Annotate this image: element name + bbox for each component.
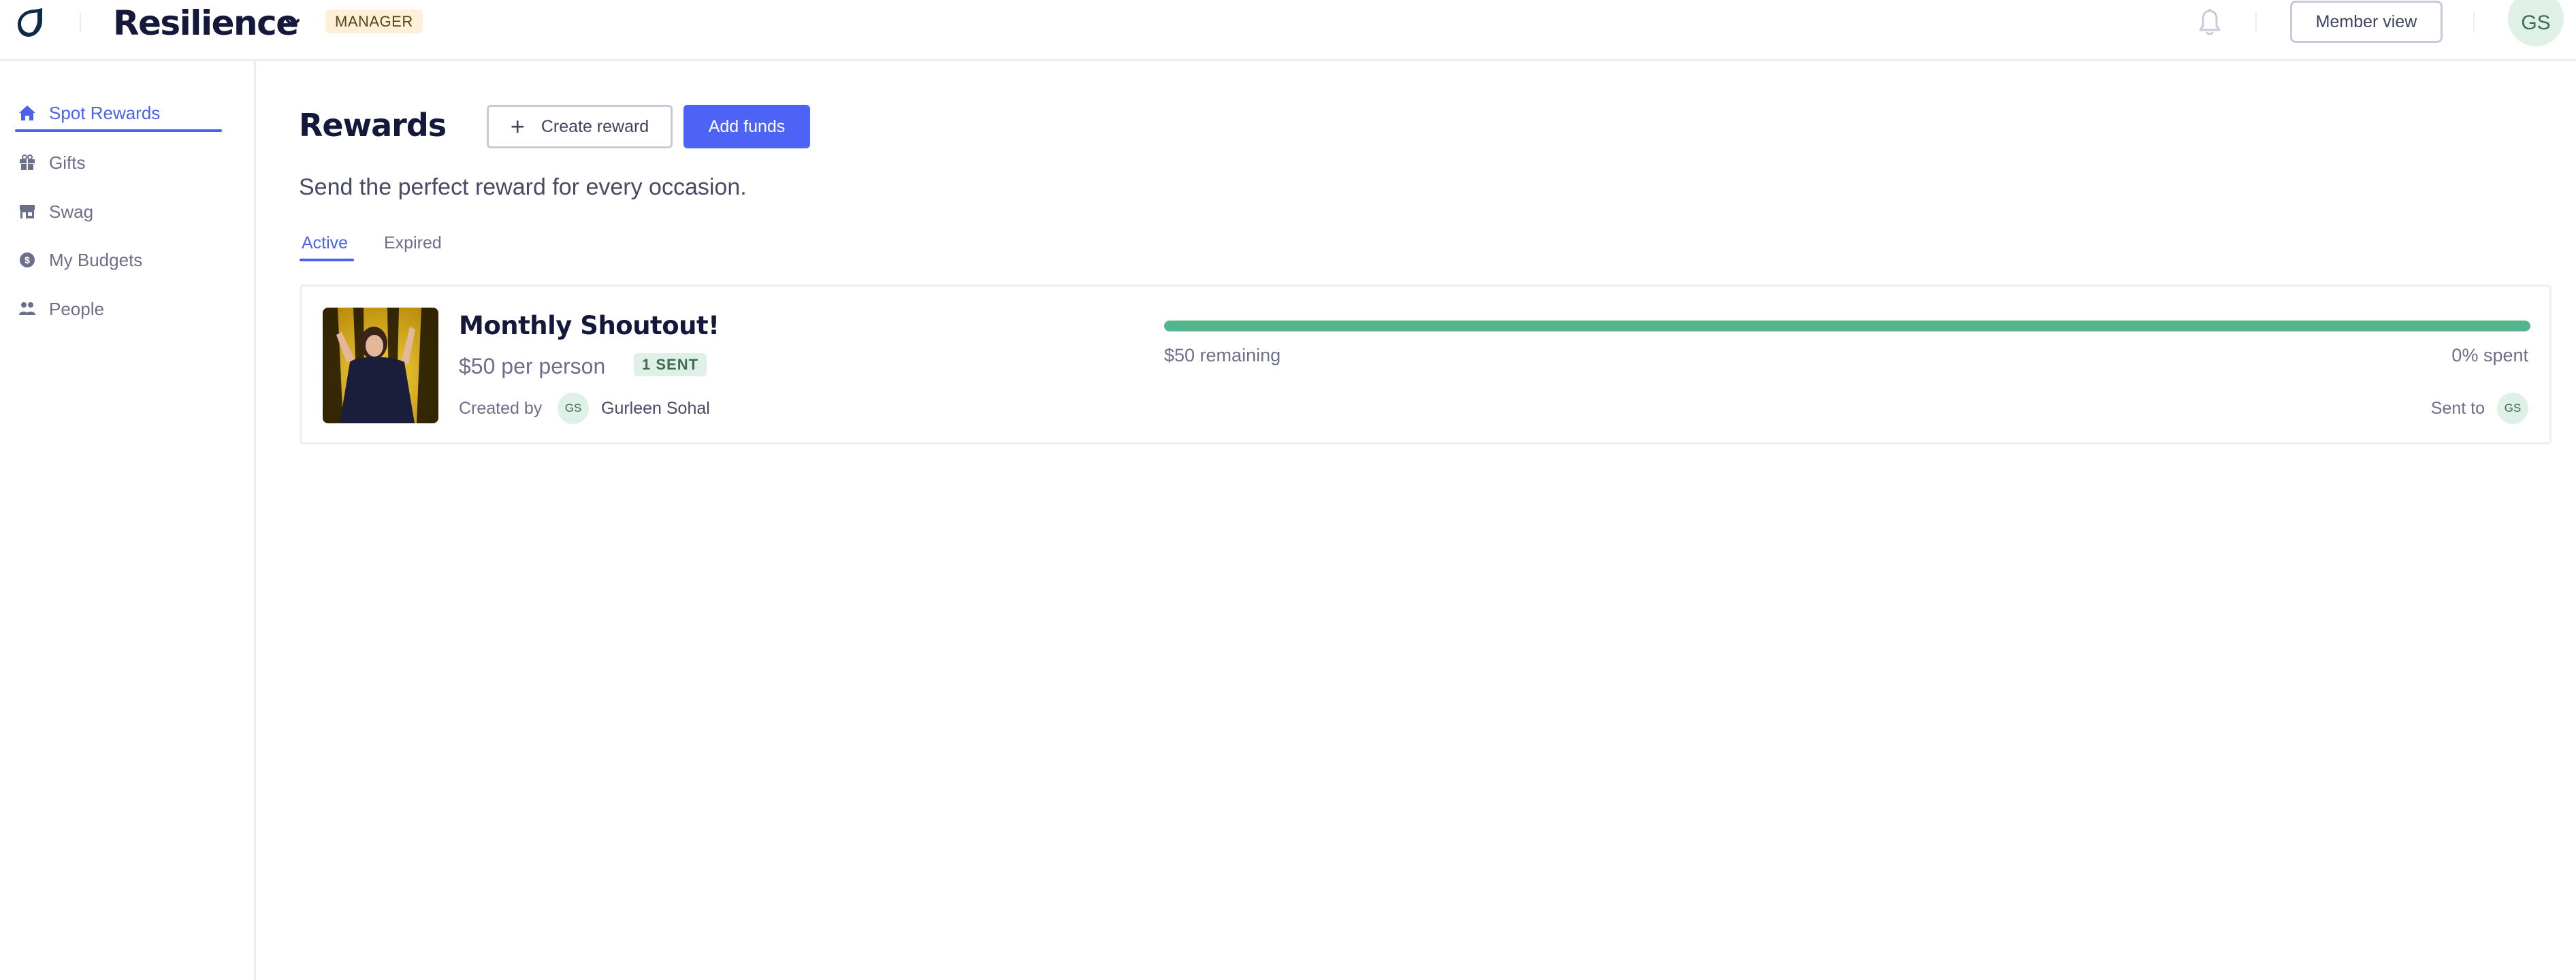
plus-icon: + [510, 112, 525, 140]
header-divider [2473, 12, 2475, 33]
top-header: Resilience MANAGER Member view GS [0, 0, 2576, 61]
remaining-amount: $50 remaining [1164, 345, 1281, 365]
budget-progress-fill [1164, 321, 2530, 331]
reward-amount: $50 per person [459, 354, 606, 378]
dollar-circle-icon: $ [18, 250, 37, 270]
gift-icon [18, 153, 37, 172]
store-icon [18, 202, 37, 221]
page-title: Rewards [299, 107, 447, 144]
tab-expired[interactable]: Expired [384, 231, 442, 255]
page-subtitle: Send the perfect reward for every occasi… [299, 174, 747, 200]
sidebar-item-label: Spot Rewards [49, 102, 161, 123]
svg-text:$: $ [25, 255, 30, 265]
header-divider [80, 12, 81, 33]
reward-title[interactable]: Monthly Shoutout! [459, 311, 720, 341]
creator-name: Gurleen Sohal [601, 399, 710, 418]
sent-to-label: Sent to [2430, 399, 2485, 418]
reward-card[interactable]: Monthly Shoutout! $50 per person 1 SENT … [300, 284, 2551, 444]
sidebar-item-label: Swag [49, 201, 94, 222]
chevron-down-icon[interactable] [285, 18, 301, 29]
notification-bell-icon[interactable] [2197, 8, 2222, 38]
sent-count-badge: 1 SENT [634, 353, 707, 376]
budget-progress-bar [1164, 321, 2530, 331]
active-tab-indicator [300, 259, 354, 261]
create-reward-button[interactable]: + Create reward [487, 105, 673, 148]
sidebar-item-gifts[interactable]: Gifts [15, 146, 85, 180]
home-icon [18, 103, 37, 122]
creator-avatar: GS [558, 393, 589, 424]
sidebar-item-my-budgets[interactable]: $ My Budgets [15, 243, 142, 277]
role-badge: MANAGER [325, 10, 423, 33]
user-avatar[interactable]: GS [2508, 0, 2564, 46]
sidebar-item-spot-rewards[interactable]: Spot Rewards [15, 96, 160, 130]
member-view-button[interactable]: Member view [2290, 1, 2443, 43]
sidebar-item-label: My Budgets [49, 249, 143, 270]
people-icon [18, 299, 37, 318]
header-divider [2255, 12, 2257, 33]
create-reward-label: Create reward [541, 116, 649, 136]
sidebar-item-swag[interactable]: Swag [15, 195, 93, 229]
created-by-label: Created by [459, 399, 543, 418]
spent-percent: 0% spent [2451, 345, 2528, 365]
sidebar-item-label: Gifts [49, 152, 86, 173]
organization-name[interactable]: Resilience [113, 3, 299, 44]
sidebar-item-people[interactable]: People [15, 292, 104, 326]
add-funds-button[interactable]: Add funds [683, 105, 810, 148]
recipient-avatar[interactable]: GS [2497, 393, 2528, 424]
resilience-logo-icon[interactable] [15, 7, 48, 38]
sidebar-item-label: People [49, 298, 104, 319]
reward-image [323, 308, 438, 423]
active-nav-indicator [15, 129, 222, 132]
sidebar: Spot Rewards Gifts Swag $ My Budgets Peo… [0, 61, 256, 980]
tab-active[interactable]: Active [302, 231, 348, 255]
